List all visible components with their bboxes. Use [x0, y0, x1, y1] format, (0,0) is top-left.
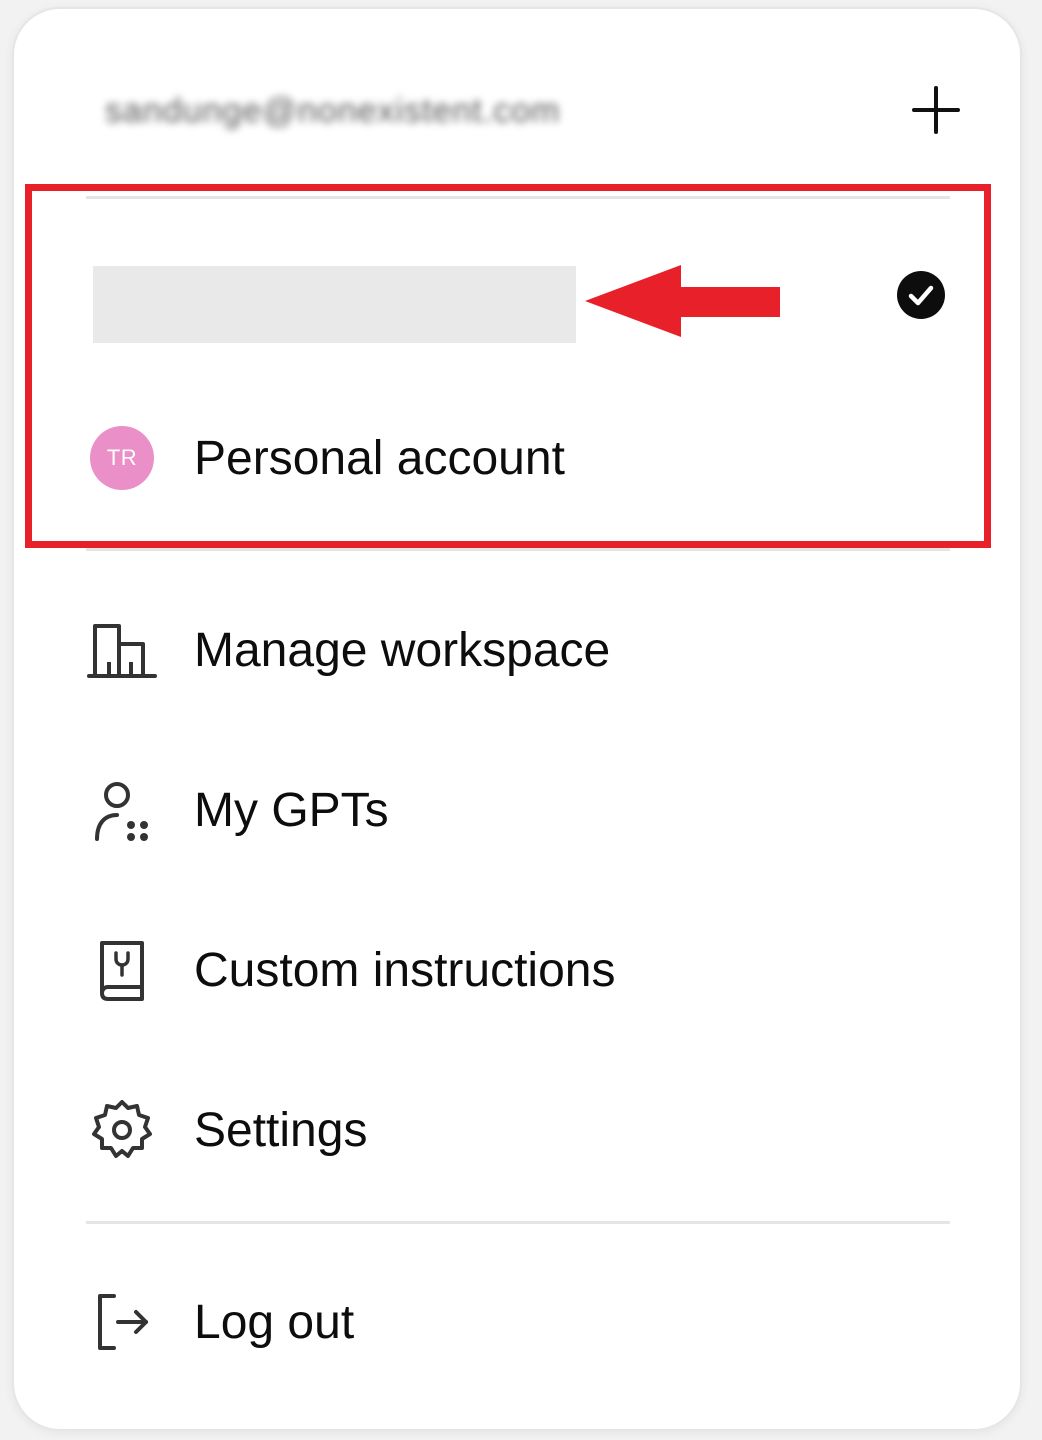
menu-item-manage-workspace[interactable]: Manage workspace [86, 602, 956, 698]
menu-item-custom-instructions[interactable]: Custom instructions [86, 922, 956, 1018]
gear-icon [92, 1100, 152, 1158]
workspace-name-redacted [93, 266, 576, 343]
building-icon [87, 624, 157, 678]
menu-item-label: Custom instructions [194, 943, 616, 997]
add-account-button[interactable] [906, 80, 966, 140]
menu-item-settings[interactable]: Settings [86, 1082, 956, 1178]
menu-item-label: My GPTs [194, 783, 389, 837]
red-arrow-annotation [585, 265, 780, 337]
menu-item-log-out[interactable]: Log out [86, 1274, 956, 1370]
menu-item-my-gpts[interactable]: My GPTs [86, 762, 956, 858]
account-email: sandunge@nonexistent.com [105, 92, 561, 130]
avatar: TR [90, 426, 154, 490]
instructions-book-icon [100, 941, 144, 1001]
user-apps-icon [95, 782, 148, 841]
logout-icon [98, 1294, 148, 1350]
plus-icon [912, 86, 960, 134]
divider-workspaces [86, 548, 950, 551]
log-out-label: Log out [194, 1295, 355, 1349]
workspace-item-selected[interactable] [86, 256, 956, 352]
menu-item-label: Settings [194, 1103, 368, 1157]
personal-account-label: Personal account [194, 431, 565, 485]
divider-bottom [86, 1221, 950, 1224]
divider-top [86, 196, 950, 199]
check-circle-icon [897, 271, 945, 319]
workspace-item-personal[interactable]: TR Personal account [86, 410, 956, 506]
account-menu [12, 7, 1022, 1431]
menu-item-label: Manage workspace [194, 623, 611, 677]
